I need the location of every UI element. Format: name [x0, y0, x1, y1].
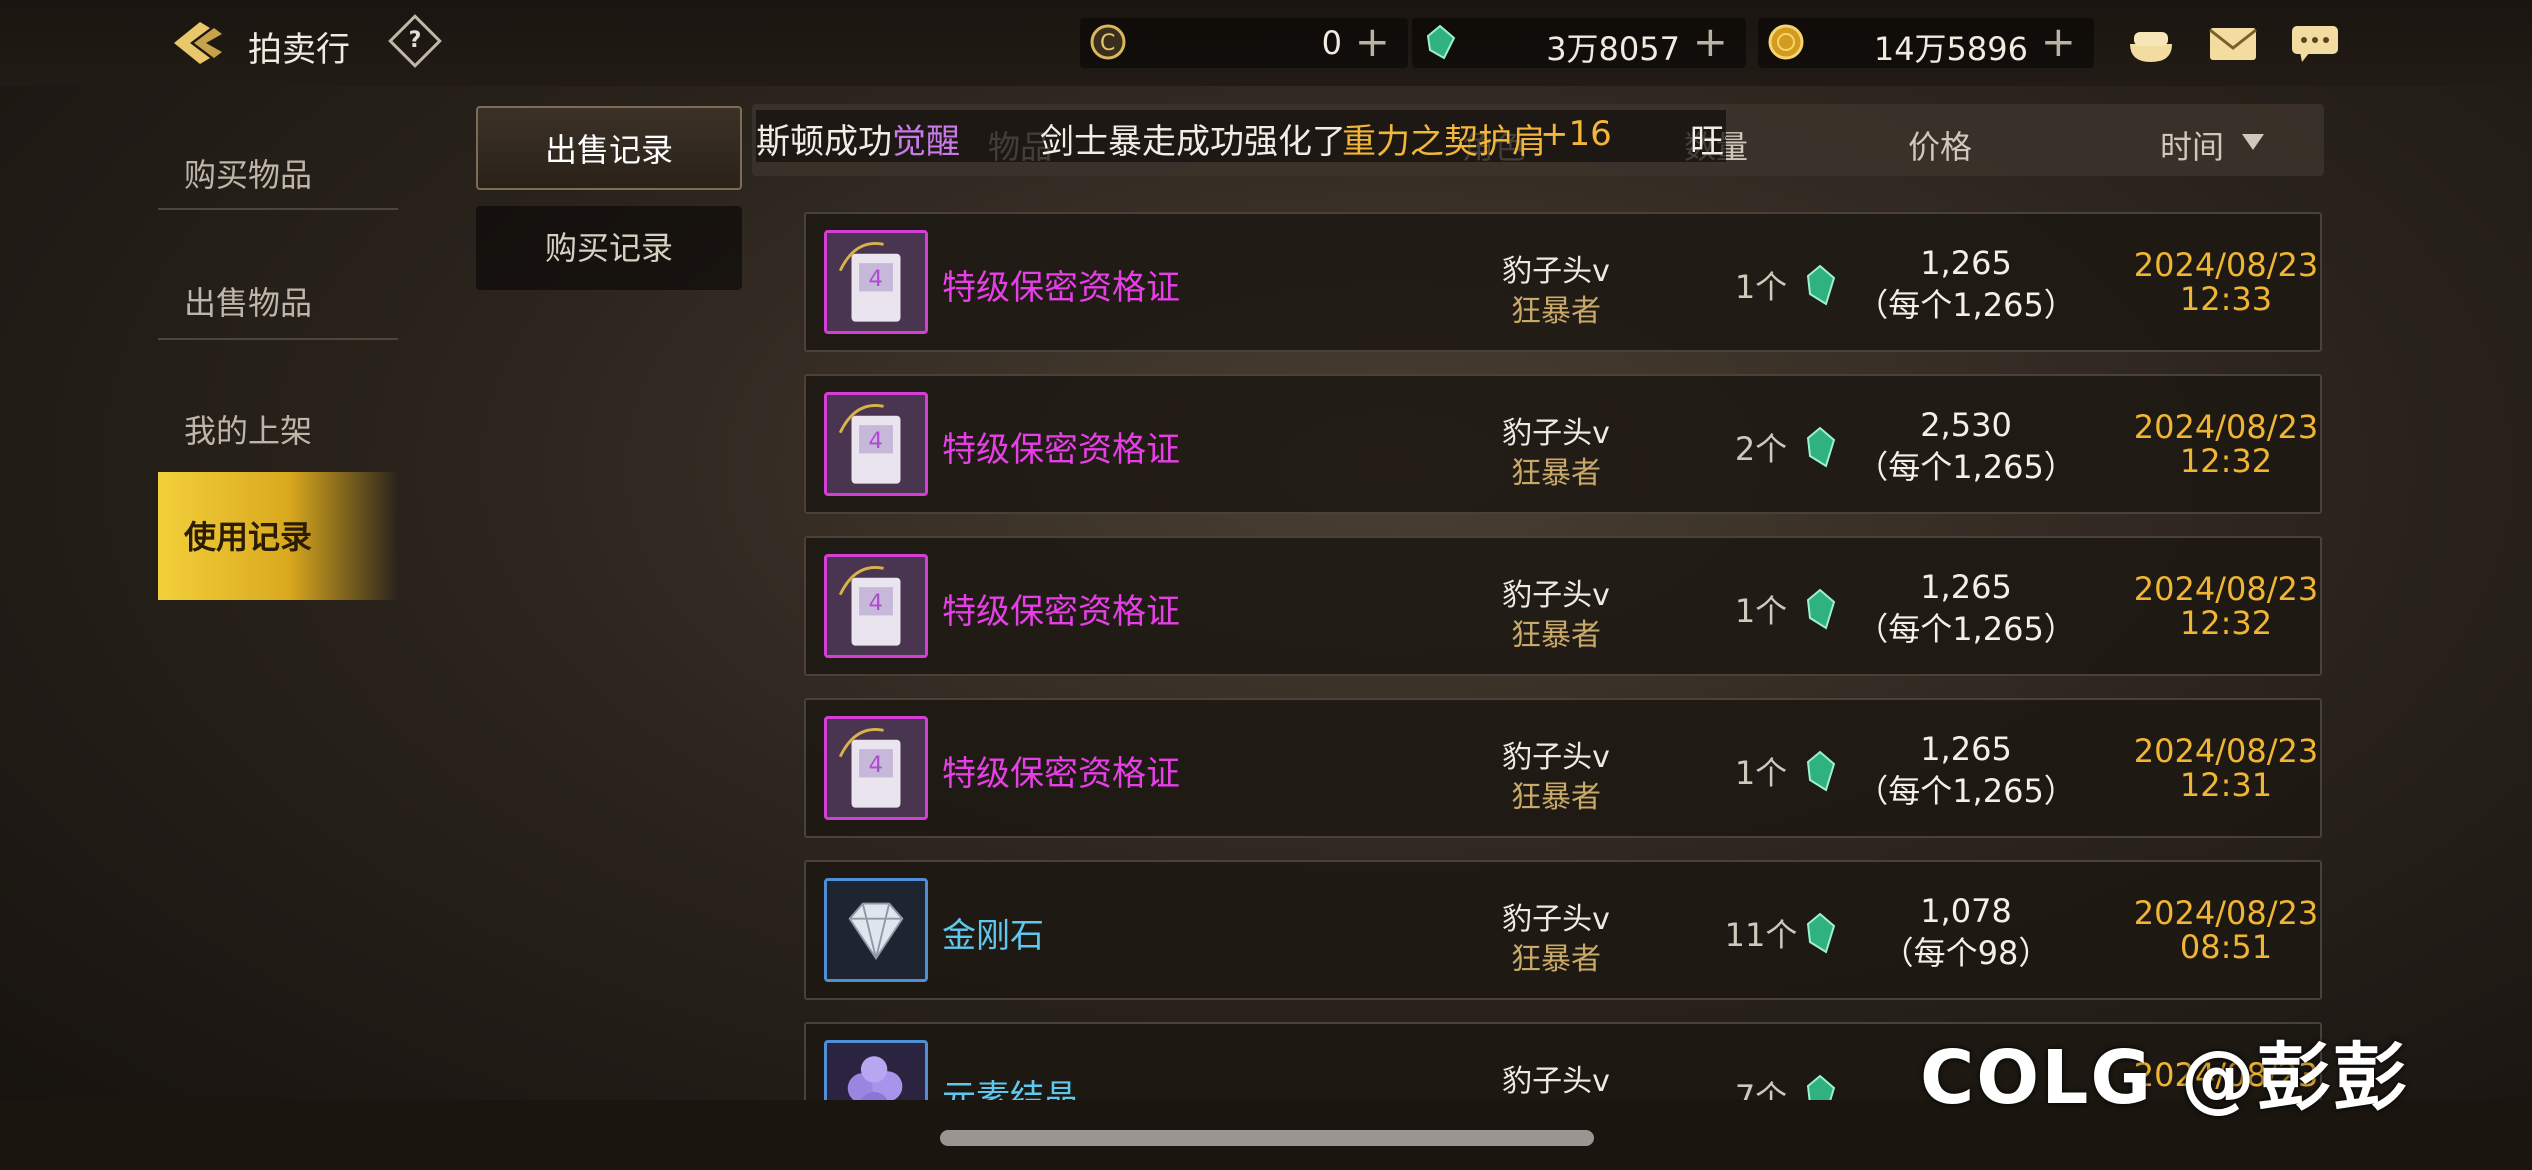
mail-icon[interactable]	[2206, 22, 2260, 66]
secret-license-icon[interactable]: 4	[824, 554, 928, 658]
svg-text:4: 4	[868, 752, 882, 778]
seller-class: 狂暴者	[1511, 294, 1601, 329]
divider	[158, 338, 398, 340]
broadcast-ticker: 斯顿成功 觉醒 剑士暴走成功强化了 重力之契护肩 +16 旺仔牛	[756, 110, 1726, 162]
svg-text:C: C	[1100, 31, 1115, 56]
add-gold-button[interactable]: +	[2041, 18, 2076, 66]
currency-gold-box: 14万5896 +	[1758, 18, 2094, 68]
add-c-button[interactable]: +	[1355, 18, 1390, 66]
header-price: 价格	[1908, 128, 1973, 166]
seller-name: 豹子头v	[1502, 740, 1610, 775]
sale-time: 12:32	[2179, 442, 2273, 480]
sale-time: 08:51	[2179, 928, 2273, 966]
currency-c-box: C 0 +	[1080, 18, 1408, 68]
back-arrow-icon[interactable]	[170, 18, 226, 68]
sidebar-item-sell[interactable]: 出售物品	[158, 238, 398, 366]
seller-class: 狂暴者	[1511, 456, 1601, 491]
green-gem-icon	[1806, 750, 1836, 792]
tab-sell-history[interactable]: 出售记录	[476, 106, 742, 190]
seller-class: 狂暴者	[1511, 780, 1601, 815]
table-row[interactable]: 金刚石 豹子头v 狂暴者 11个 1,078 （每个98） 2024/08/23 08:51	[804, 860, 2322, 1000]
seller-class: 狂暴者	[1511, 942, 1601, 977]
sidebar-item-buy[interactable]: 购买物品	[158, 110, 398, 238]
ticker-highlight: 重力之契护肩	[1342, 122, 1546, 162]
diamond-icon[interactable]	[824, 878, 928, 982]
sale-time: 12:32	[2179, 604, 2273, 642]
table-row[interactable]: 4 特级保密资格证 豹子头v 狂暴者 1个 1,265 （每个1,265） 2024/08/2…	[804, 698, 2322, 838]
table-row[interactable]: 4 特级保密资格证 豹子头v 狂暴者 2个 2,530 （每个1,265） 2024/08/2…	[804, 374, 2322, 514]
sale-date: 2024/08/23	[2133, 732, 2319, 770]
green-gem-icon	[1806, 426, 1836, 468]
gold-coin-icon	[1768, 24, 1804, 60]
total-price: 1,265	[1920, 244, 2012, 282]
sale-date: 2024/08/23	[2133, 570, 2319, 608]
seller-name: 豹子头v	[1502, 1064, 1610, 1099]
sale-date: 2024/08/23	[2133, 894, 2319, 932]
ticker-text: 剑士暴走成功强化了	[1040, 122, 1346, 162]
unit-price: （每个1,265）	[1856, 448, 2076, 486]
currency-gem-box: 3万8057 +	[1412, 18, 1746, 68]
add-gem-button[interactable]: +	[1693, 18, 1728, 66]
svg-text:4: 4	[868, 590, 882, 616]
sort-down-icon[interactable]	[2240, 132, 2266, 152]
item-name: 特级保密资格证	[942, 754, 1180, 794]
table-row[interactable]: 4 特级保密资格证 豹子头v 狂暴者 1个 1,265 （每个1,265） 2024/08/2…	[804, 536, 2322, 676]
table-row[interactable]: 4 特级保密资格证 豹子头v 狂暴者 1个 1,265 （每个1,265） 2024/08/2…	[804, 212, 2322, 352]
green-gem-icon	[1806, 264, 1836, 306]
sale-time: 12:33	[2179, 280, 2273, 318]
green-gem-icon	[1426, 24, 1456, 60]
sale-date: 2024/08/23	[2133, 408, 2319, 446]
ticker-highlight: +16	[1540, 114, 1612, 154]
green-gem-icon	[1806, 588, 1836, 630]
svg-text:4: 4	[868, 428, 882, 454]
page-title: 拍卖行	[248, 30, 350, 70]
unit-price: （每个1,265）	[1856, 286, 2076, 324]
total-price: 1,265	[1920, 568, 2012, 606]
sale-time: 12:31	[2179, 766, 2273, 804]
seller-name: 豹子头v	[1502, 254, 1610, 289]
secret-license-icon[interactable]: 4	[824, 716, 928, 820]
unit-price: （每个1,265）	[1856, 772, 2076, 810]
total-price: 2,530	[1920, 406, 2012, 444]
unit-price: （每个98）	[1881, 934, 2051, 972]
unit-price: （每个1,265）	[1856, 610, 2076, 648]
ticker-highlight: 觉醒	[892, 122, 960, 162]
coin-c-icon: C	[1090, 24, 1126, 60]
currency-gem-value: 3万8057	[1546, 30, 1680, 68]
sidebar-item-history[interactable]: 使用记录	[158, 472, 398, 600]
seller-name: 豹子头v	[1502, 578, 1610, 613]
secret-license-icon[interactable]: 4	[824, 230, 928, 334]
item-name: 金刚石	[942, 916, 1044, 956]
ticker-text: 旺仔牛	[1690, 122, 1726, 162]
ticker-text: 斯顿成功	[756, 122, 892, 162]
seller-name: 豹子头v	[1502, 902, 1610, 937]
seller-class: 狂暴者	[1511, 618, 1601, 653]
currency-c-value: 0	[1321, 24, 1342, 62]
seller-name: 豹子头v	[1502, 416, 1610, 451]
scrollbar[interactable]	[940, 1130, 1594, 1146]
header-time-sort[interactable]: 时间	[2160, 122, 2224, 168]
item-name: 特级保密资格证	[942, 268, 1180, 308]
tab-buy-history[interactable]: 购买记录	[476, 206, 742, 290]
chat-icon[interactable]	[2288, 22, 2342, 66]
watermark: COLG @彭彭	[1920, 1035, 2409, 1121]
svg-text:4: 4	[868, 266, 882, 292]
bag-icon[interactable]	[2124, 22, 2178, 66]
total-price: 1,078	[1920, 892, 2012, 930]
sale-date: 2024/08/23	[2133, 246, 2319, 284]
total-price: 1,265	[1920, 730, 2012, 768]
item-name: 特级保密资格证	[942, 430, 1180, 470]
secret-license-icon[interactable]: 4	[824, 392, 928, 496]
currency-gold-value: 14万5896	[1873, 30, 2028, 68]
item-name: 特级保密资格证	[942, 592, 1180, 632]
green-gem-icon	[1806, 912, 1836, 954]
divider	[158, 208, 398, 210]
